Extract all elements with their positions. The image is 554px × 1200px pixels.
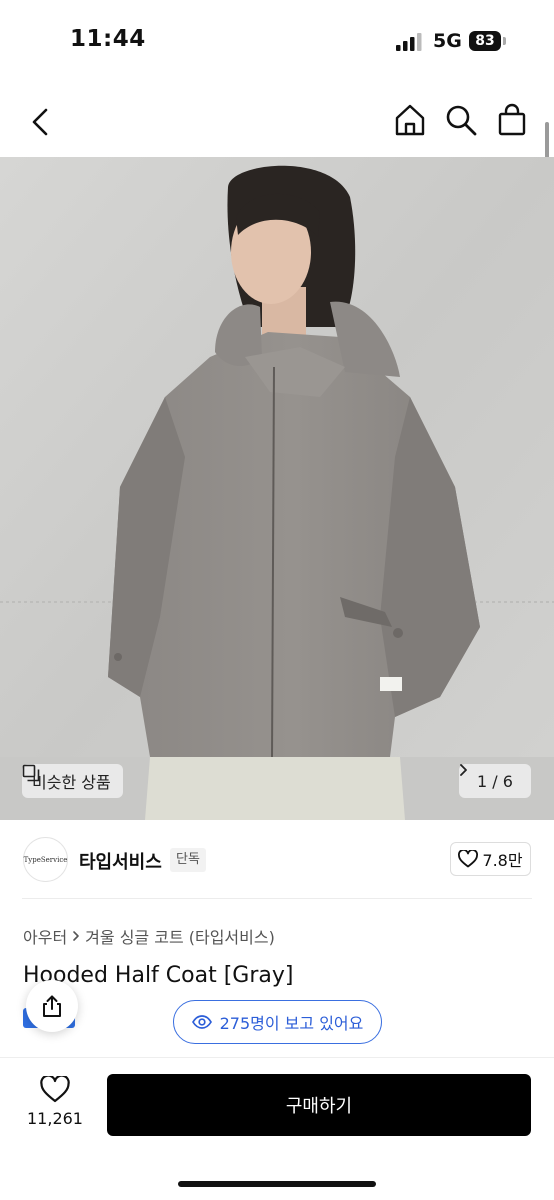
top-nav (0, 88, 554, 156)
breadcrumb-item-category[interactable]: 아우터 (23, 924, 67, 948)
breadcrumb: 아우터 겨울 싱글 코트 (타입서비스) (23, 924, 275, 948)
brand-like-button[interactable]: 7.8만 (450, 842, 531, 876)
live-viewers-pill: 275명이 보고 있어요 (173, 1000, 382, 1044)
share-icon (43, 995, 61, 1017)
brand-logo[interactable]: TypeService (23, 837, 68, 882)
brand-name[interactable]: 타입서비스 (79, 848, 162, 874)
similar-items-icon (22, 764, 40, 782)
wishlist-button[interactable]: 11,261 (20, 1076, 90, 1128)
chevron-right-icon (460, 764, 467, 776)
page-indicator-text: 1 / 6 (477, 771, 513, 791)
brand-logo-text: TypeService (23, 855, 68, 864)
heart-icon (40, 1076, 70, 1103)
status-bar: 11:44 5G 83 (0, 0, 554, 86)
status-time: 11:44 (70, 26, 146, 52)
product-image-carousel[interactable]: 비슷한 상품 1 / 6 (0, 157, 554, 820)
network-label: 5G (433, 30, 462, 52)
buy-button[interactable]: 구매하기 (107, 1074, 531, 1136)
home-icon[interactable] (392, 102, 428, 138)
shopping-bag-icon[interactable] (494, 102, 530, 138)
search-icon[interactable] (443, 102, 479, 138)
share-button[interactable] (26, 980, 78, 1032)
brand-row: TypeService 타입서비스 단독 7.8만 (0, 820, 554, 900)
eye-icon (191, 1015, 212, 1029)
product-photo (0, 157, 554, 820)
battery-icon: 83 (469, 31, 501, 51)
divider (22, 898, 532, 899)
image-page-indicator[interactable]: 1 / 6 (459, 764, 531, 798)
live-viewers-text: 275명이 보고 있어요 (219, 1014, 364, 1033)
heart-icon (458, 850, 479, 868)
home-indicator (178, 1181, 376, 1187)
similar-products-label: 비슷한 상품 (32, 773, 111, 792)
exclusive-badge: 단독 (170, 848, 206, 872)
battery-cap (503, 37, 506, 45)
back-icon[interactable] (26, 104, 56, 140)
wishlist-count: 11,261 (27, 1109, 83, 1128)
signal-icon (396, 33, 422, 51)
brand-like-count: 7.8만 (482, 851, 523, 870)
bottom-purchase-bar: 11,261 구매하기 (0, 1057, 554, 1200)
breadcrumb-item-subcategory[interactable]: 겨울 싱글 코트 (타입서비스) (85, 924, 275, 948)
chevron-right-icon (73, 931, 79, 941)
similar-products-button[interactable]: 비슷한 상품 (22, 764, 123, 798)
